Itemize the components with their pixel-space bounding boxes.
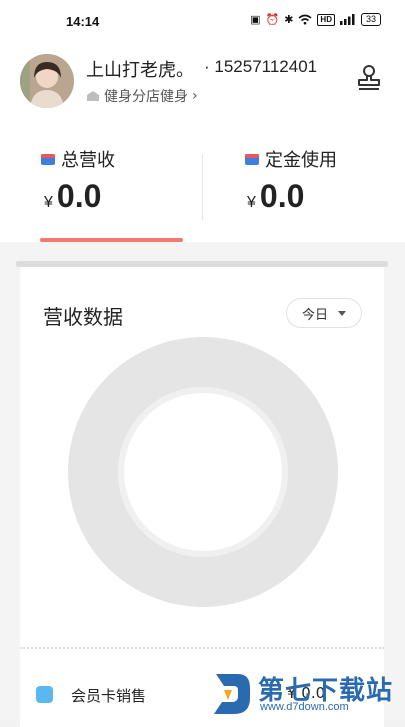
store-icon bbox=[87, 91, 99, 101]
status-bar: 14:14 ▣ ⏰ ✱ HD 33 bbox=[0, 0, 405, 44]
revenue-tabs: 总营收 ¥0.0 定金使用 ¥0.0 bbox=[0, 144, 405, 242]
bluetooth-icon: ✱ bbox=[284, 14, 294, 26]
tab-title: 定金使用 bbox=[245, 146, 337, 172]
total-revenue-amount: ¥0.0 bbox=[44, 178, 102, 214]
period-dropdown[interactable]: 今日 bbox=[286, 298, 362, 328]
legend-swatch bbox=[36, 686, 53, 703]
watermark-logo-icon bbox=[214, 674, 250, 714]
period-label: 今日 bbox=[301, 307, 328, 323]
caret-down-icon bbox=[338, 310, 346, 316]
dotted-divider bbox=[20, 647, 384, 649]
status-icons: ▣ ⏰ ✱ HD 33 bbox=[250, 13, 381, 26]
tab-title: 总营收 bbox=[41, 146, 115, 172]
avatar[interactable] bbox=[20, 54, 74, 108]
revenue-section: 营收数据 今日 会员卡销售 ¥ 0.0 bbox=[0, 242, 405, 727]
tab-total-revenue[interactable]: 总营收 ¥0.0 bbox=[0, 144, 202, 242]
watermark-logo: 第七下载站 www.d7down.com bbox=[208, 668, 403, 720]
revenue-card: 营收数据 今日 会员卡销售 ¥ 0.0 bbox=[20, 267, 384, 727]
store-name: 健身分店健身 bbox=[104, 89, 188, 105]
donut-ring bbox=[68, 337, 338, 607]
store-selector[interactable]: 健身分店健身 › bbox=[86, 86, 198, 106]
wifi-icon bbox=[298, 14, 312, 25]
donut-inner-ring bbox=[118, 387, 288, 557]
nfc-icon: ▣ bbox=[250, 14, 261, 26]
hd-badge: HD bbox=[317, 13, 335, 26]
profile-header: 上山打老虎。 · 15257112401 健身分店健身 › 总营收 ¥0.0 定… bbox=[0, 44, 405, 242]
revenue-donut-chart bbox=[68, 337, 338, 607]
battery-indicator: 33 bbox=[360, 13, 381, 26]
revenue-card-title: 营收数据 bbox=[43, 305, 123, 329]
legend-label: 会员卡销售 bbox=[71, 687, 147, 705]
wallet-icon bbox=[245, 154, 259, 165]
user-phone: · 15257112401 bbox=[204, 57, 318, 76]
user-name: 上山打老虎。 bbox=[86, 60, 194, 81]
alarm-icon: ⏰ bbox=[265, 14, 280, 26]
status-time: 14:14 bbox=[66, 14, 100, 29]
chevron-right-icon: › bbox=[192, 88, 198, 104]
stamp-icon[interactable] bbox=[355, 64, 383, 92]
watermark-url: www.d7down.com bbox=[260, 701, 349, 713]
signal-icon bbox=[339, 14, 355, 25]
tab-deposit-usage[interactable]: 定金使用 ¥0.0 bbox=[203, 144, 405, 242]
wallet-icon bbox=[41, 154, 55, 165]
deposit-usage-amount: ¥0.0 bbox=[247, 178, 305, 214]
